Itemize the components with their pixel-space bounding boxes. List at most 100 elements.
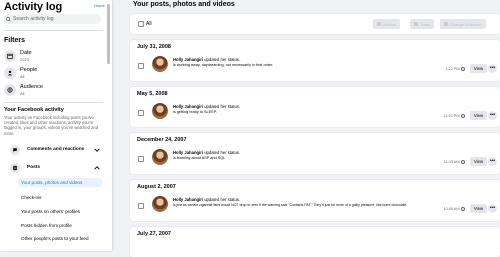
avatar[interactable] xyxy=(152,56,168,72)
entry-checkbox[interactable] xyxy=(138,63,144,69)
more-options-button[interactable]: ••• xyxy=(488,157,497,166)
avatar[interactable] xyxy=(152,103,168,119)
day-date: August 2, 2007 xyxy=(137,184,176,190)
more-options-button[interactable]: ••• xyxy=(488,111,497,120)
category-posts[interactable]: Posts xyxy=(2,162,106,175)
filter-label: People xyxy=(20,67,38,73)
entry-title: Holly Jahangiri updated her status. xyxy=(173,197,240,202)
activity-day-card: July 31, 2008 Holly Jahangiri updated he… xyxy=(130,40,500,81)
entry-time-label: 10:40 AM xyxy=(443,207,460,211)
globe-icon xyxy=(444,22,448,26)
comment-icon xyxy=(10,145,20,155)
archive-button[interactable]: Archive xyxy=(373,19,401,29)
activity-description: Your activity on Facebook including post… xyxy=(4,115,99,136)
avatar[interactable] xyxy=(152,149,168,165)
filter-date[interactable]: Date 2023 xyxy=(2,49,106,64)
activity-day-card: May 5, 2008 Holly Jahangiri updated her … xyxy=(130,87,500,127)
day-date: July 27, 2007 xyxy=(137,231,171,237)
view-button[interactable]: View xyxy=(470,204,487,213)
entry-checkbox[interactable] xyxy=(138,203,144,209)
entry-title: Holly Jahangiri updated her status. xyxy=(173,104,240,109)
calendar-icon xyxy=(4,50,16,62)
view-button[interactable]: View xyxy=(470,64,487,73)
filter-value: 2023 xyxy=(20,56,29,62)
home-link[interactable]: Home xyxy=(94,3,105,8)
subitem-your-posts-photos-videos[interactable]: Your posts, photos and videos xyxy=(18,178,102,187)
entry-text: is learning about ASP and SQL xyxy=(173,156,226,160)
entry-time: 11:10 PM xyxy=(444,114,465,118)
activity-day-card: August 2, 2007 Holly Jahangiri updated h… xyxy=(130,180,500,221)
filter-audience[interactable]: Audience All xyxy=(2,83,106,98)
people-icon xyxy=(4,67,16,79)
day-date: December 24, 2007 xyxy=(137,137,187,143)
subitem-posts-hidden-from-profile[interactable]: Posts hidden from profile xyxy=(18,221,102,230)
entry-author[interactable]: Holly Jahangiri xyxy=(173,104,203,109)
day-date: May 5, 2008 xyxy=(137,91,168,97)
filter-label: Date xyxy=(20,50,32,56)
divider xyxy=(3,30,103,31)
posts-icon xyxy=(10,163,20,173)
entry-checkbox[interactable] xyxy=(138,110,144,116)
page-title: Your posts, photos and videos xyxy=(133,1,235,8)
more-options-button[interactable]: ••• xyxy=(488,204,497,213)
entry-time-label: 1:22 PM xyxy=(445,67,460,71)
entry-time: 11:43 AM xyxy=(444,160,465,164)
globe-icon xyxy=(461,114,465,118)
trash-icon xyxy=(414,22,418,26)
more-options-button[interactable]: ••• xyxy=(488,64,497,73)
filter-label: Audience xyxy=(20,84,43,90)
select-all-label: All xyxy=(146,21,152,27)
category-comments-reactions[interactable]: Comments and reactions xyxy=(2,144,106,157)
globe-icon xyxy=(4,84,16,96)
archive-label: Archive xyxy=(383,21,397,27)
entry-action: updated her status. xyxy=(204,197,241,202)
change-audience-label: Change Audience xyxy=(450,21,482,27)
entry-time-label: 11:10 PM xyxy=(443,114,460,118)
sidebar-title: Activity log xyxy=(4,1,63,13)
subitem-posts-on-others-profiles[interactable]: Your posts on others' profiles xyxy=(18,207,102,216)
category-label: Comments and reactions xyxy=(27,147,85,152)
sidebar: Activity log Home Filters Date 2023 Peop… xyxy=(0,0,112,251)
bulk-actions-toolbar: All Archive Trash Change Audience xyxy=(130,14,500,34)
avatar[interactable] xyxy=(152,196,168,212)
activity-day-card: December 24, 2007 Holly Jahangiri update… xyxy=(130,133,500,174)
entry-text: is working away, daydreaming, not necess… xyxy=(173,63,274,67)
chevron-down-icon xyxy=(94,148,100,152)
select-all-checkbox[interactable] xyxy=(138,21,144,27)
subitem-others-posts-to-feed[interactable]: Other people's posts to your feed xyxy=(18,234,102,244)
entry-action: updated her status. xyxy=(204,150,241,155)
entry-action: updated her status. xyxy=(204,104,241,109)
category-label: Posts xyxy=(27,165,41,170)
view-button[interactable]: View xyxy=(470,157,487,166)
entry-author[interactable]: Holly Jahangiri xyxy=(173,150,203,155)
activity-heading: Your Facebook activity xyxy=(4,107,64,113)
view-button[interactable]: View xyxy=(470,111,487,120)
filter-people[interactable]: People All xyxy=(2,66,106,81)
subitem-check-ins[interactable]: Check-ins xyxy=(18,193,102,202)
filter-value: All xyxy=(20,90,25,96)
archive-icon xyxy=(377,22,381,26)
search-box[interactable] xyxy=(3,14,101,24)
globe-icon xyxy=(461,67,465,71)
entry-checkbox[interactable] xyxy=(138,156,144,162)
change-audience-button[interactable]: Change Audience xyxy=(440,19,486,29)
search-input[interactable] xyxy=(11,14,93,24)
sidebar-scrollbar[interactable] xyxy=(107,4,110,64)
entry-action: updated her status. xyxy=(204,57,241,62)
entry-time: 10:40 AM xyxy=(443,207,465,211)
entry-author[interactable]: Holly Jahangiri xyxy=(173,57,203,62)
trash-button[interactable]: Trash xyxy=(410,19,435,29)
filter-value: All xyxy=(20,73,25,79)
activity-day-card: July 27, 2007 xyxy=(130,227,500,257)
entry-title: Holly Jahangiri updated her status. xyxy=(173,57,240,62)
entry-author[interactable]: Holly Jahangiri xyxy=(173,197,203,202)
divider xyxy=(3,102,103,103)
globe-icon xyxy=(461,160,465,164)
entry-text: is just as certain cigarette tabs would … xyxy=(173,203,408,207)
entry-time-label: 11:43 AM xyxy=(443,160,460,164)
chevron-up-icon xyxy=(94,166,100,170)
day-date: July 31, 2008 xyxy=(137,44,171,50)
entry-title: Holly Jahangiri updated her status. xyxy=(173,150,240,155)
entry-time: 1:22 PM xyxy=(445,67,465,71)
entry-text: is getting ready to SLEEP. xyxy=(173,110,217,114)
